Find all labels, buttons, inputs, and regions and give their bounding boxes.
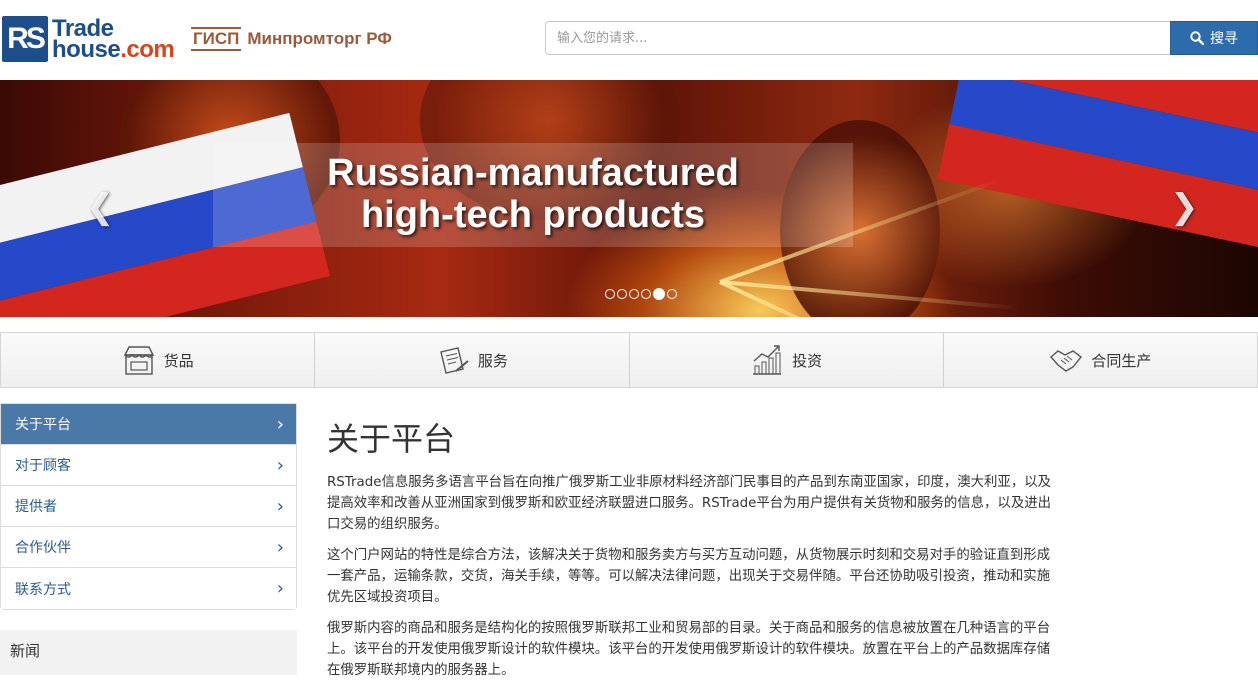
category-bar: 货品 服务 投资 合同生产 <box>0 332 1258 388</box>
sidebar-item-label: 合作伙伴 <box>15 540 71 556</box>
carousel-indicator-dot[interactable] <box>641 289 651 299</box>
sidebar-item-label: 提供者 <box>15 499 57 515</box>
category-contract-manufacturing[interactable]: 合同生产 <box>943 333 1257 387</box>
content-paragraph: RSTrade信息服务多语言平台旨在向推广俄罗斯工业非原材料经济部门民事目的产品… <box>327 475 1051 532</box>
search-button[interactable]: 搜寻 <box>1170 21 1258 55</box>
chevron-right-icon: › <box>276 413 284 435</box>
news-section-header[interactable]: 新闻 <box>0 630 297 675</box>
sidebar-item-partners[interactable]: 合作伙伴 › <box>1 527 296 568</box>
rs-logo-house: house <box>52 36 121 63</box>
banner-caption: Russian-manufactured high-tech products <box>213 143 853 247</box>
category-goods[interactable]: 货品 <box>1 333 316 387</box>
rs-logo-line2: house.com <box>52 36 175 63</box>
category-services-label: 服务 <box>477 351 508 370</box>
category-investments[interactable]: 投资 <box>629 333 944 387</box>
carousel-prev-icon[interactable]: ❮ <box>86 190 115 224</box>
rs-logo-dotcom: .com <box>120 36 175 63</box>
sidebar-item-customers[interactable]: 对于顾客 › <box>1 445 296 486</box>
hero-carousel: Russian-manufactured high-tech products … <box>0 80 1258 317</box>
chevron-right-icon: › <box>276 536 284 558</box>
rs-logo-mark: RS <box>2 16 48 62</box>
carousel-indicator-dot[interactable] <box>605 289 615 299</box>
sidebar-item-label: 联系方式 <box>15 581 71 598</box>
sidebar-item-about[interactable]: 关于平台 › <box>1 404 296 445</box>
banner-caption-line1: Russian-manufactured <box>327 152 739 194</box>
search-icon <box>1190 31 1204 45</box>
carousel-next-icon[interactable]: ❯ <box>1170 190 1199 224</box>
chevron-right-icon: › <box>276 495 284 517</box>
chevron-right-icon: › <box>276 578 284 599</box>
carousel-indicators <box>605 288 677 300</box>
carousel-indicator-dot[interactable] <box>653 288 665 300</box>
category-contract-label: 合同生产 <box>1091 351 1152 370</box>
rstradehouse-logo[interactable]: RS Trade house.com <box>2 16 175 63</box>
sidebar: 关于平台 › 对于顾客 › 提供者 › 合作伙伴 › 联系方式 › 新闻 <box>0 403 297 675</box>
banner-caption-line2: high-tech products <box>360 194 706 236</box>
russian-flag-right <box>935 80 1258 265</box>
handshake-icon <box>1050 350 1083 372</box>
category-goods-label: 货品 <box>163 351 194 370</box>
sidebar-menu: 关于平台 › 对于顾客 › 提供者 › 合作伙伴 › 联系方式 › <box>0 403 297 610</box>
main-content: 关于平台 RSTrade信息服务多语言平台旨在向推广俄罗斯工业非原材料经济部门民… <box>327 418 1062 691</box>
gisp-logo-word: ГИСП <box>191 27 242 51</box>
chevron-right-icon: › <box>276 454 284 476</box>
category-investments-label: 投资 <box>792 351 823 370</box>
search-input[interactable] <box>545 21 1170 55</box>
sidebar-item-suppliers[interactable]: 提供者 › <box>1 486 296 527</box>
carousel-indicator-dot[interactable] <box>629 289 639 299</box>
rs-logo-text: Trade house.com <box>52 17 175 63</box>
content-paragraph: 俄罗斯内容的商品和服务是结构化的按照俄罗斯联邦工业和贸易部的目录。关于商品和服务… <box>327 621 1051 678</box>
growth-chart-icon <box>753 345 782 375</box>
page-title: 关于平台 <box>327 420 456 458</box>
shop-icon <box>123 346 154 375</box>
gisp-logo[interactable]: ГИСП Минпромторг РФ <box>191 27 392 51</box>
site-header: RS Trade house.com ГИСП Минпромторг РФ 搜… <box>0 0 1258 80</box>
sidebar-item-label: 对于顾客 <box>15 458 71 474</box>
sidebar-item-label: 关于平台 <box>15 417 71 433</box>
document-pen-icon <box>440 347 469 374</box>
search-button-label: 搜寻 <box>1210 31 1238 47</box>
carousel-indicator-dot[interactable] <box>667 289 677 299</box>
gisp-logo-ministry: Минпромторг РФ <box>247 29 392 48</box>
content-paragraph: 这个门户网站的特性是综合方法，该解决关于货物和服务卖方与买方互动问题，从货物展示… <box>327 548 1051 605</box>
search-bar: 搜寻 <box>545 21 1258 55</box>
category-services[interactable]: 服务 <box>315 333 630 387</box>
carousel-indicator-dot[interactable] <box>617 289 627 299</box>
sidebar-item-contacts[interactable]: 联系方式 › <box>1 568 296 609</box>
